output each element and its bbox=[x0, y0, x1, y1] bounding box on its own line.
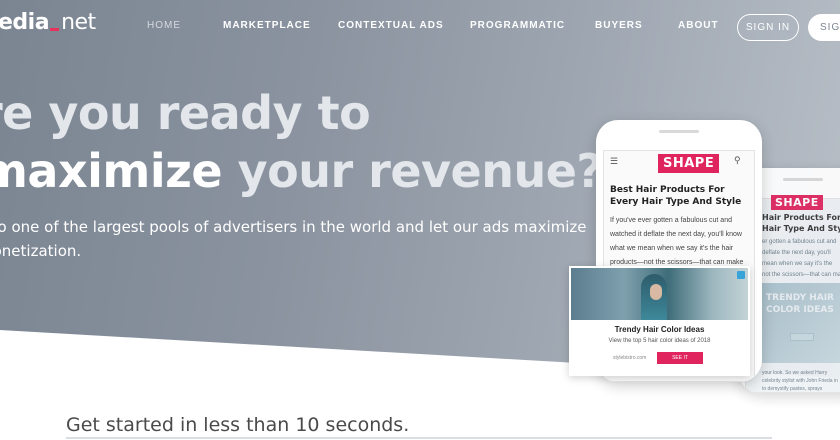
ad-cta-button[interactable]: SEE IT bbox=[657, 352, 703, 364]
back-tail-3: to demystify pastes, sprays bbox=[762, 386, 823, 392]
nav-marketplace[interactable]: MARKETPLACE bbox=[223, 20, 311, 31]
media-net-logo[interactable]: edia net bbox=[0, 10, 96, 40]
phone-speaker bbox=[783, 178, 823, 181]
nav-buyers[interactable]: BUYERS bbox=[595, 20, 643, 31]
back-ad-button bbox=[790, 333, 814, 341]
menu-icon: ☰ bbox=[610, 156, 619, 166]
hero-subtext-line2: monetization. bbox=[0, 242, 82, 260]
hero-headline-line1: re you ready to bbox=[0, 86, 371, 140]
get-started-heading: Get started in less than 10 seconds. bbox=[66, 414, 410, 436]
back-overlay-1: TRENDY HAIR bbox=[766, 293, 834, 303]
ad-source: stylebistro.com bbox=[613, 355, 647, 361]
back-body-1: er gotten a fabulous cut and bbox=[762, 239, 837, 245]
back-body-2: deflate the next day, you'll bbox=[762, 250, 831, 256]
ad-description: View the top 5 hair color ideas of 2018 bbox=[608, 338, 711, 344]
logo-accent-dot bbox=[50, 28, 60, 31]
article-body-2: watched it deflate the next day, you'll … bbox=[610, 231, 742, 238]
logo-suffix: net bbox=[61, 10, 96, 35]
back-body-3: mean when we say it's the bbox=[762, 261, 833, 267]
hero-headline-rest: your revenue? bbox=[222, 144, 603, 198]
article-body-3: what we mean when we say it's the hair bbox=[610, 245, 734, 252]
nav-home[interactable]: HOME bbox=[147, 20, 181, 31]
hero-headline-line2: maximize your revenue? bbox=[0, 144, 603, 198]
cta-divider bbox=[66, 437, 772, 439]
ad-choices-icon[interactable] bbox=[737, 271, 745, 279]
hero-subtext-line1: into one of the largest pools of adverti… bbox=[0, 218, 587, 236]
nav-contextual-ads[interactable]: CONTEXTUAL ADS bbox=[338, 20, 444, 31]
phone-speaker bbox=[659, 130, 699, 133]
nav-programmatic[interactable]: PROGRAMMATIC bbox=[470, 20, 565, 31]
search-icon: ⚲ bbox=[734, 155, 741, 165]
logo-main: edia bbox=[0, 10, 50, 35]
ad-model-face bbox=[650, 284, 662, 300]
nav-about[interactable]: ABOUT bbox=[678, 20, 719, 31]
back-headline-1: Hair Products For bbox=[762, 213, 840, 222]
back-body-4: not the scissors—that can make bbox=[762, 272, 840, 278]
sign-up-button[interactable]: SIGN bbox=[808, 14, 840, 41]
back-overlay-2: COLOR IDEAS bbox=[766, 305, 834, 315]
article-body-1: If you've ever gotten a fabulous cut and bbox=[610, 217, 732, 224]
back-headline-2: Hair Type And Style bbox=[762, 224, 840, 233]
ad-title: Trendy Hair Color Ideas bbox=[614, 325, 705, 334]
native-ad-card[interactable]: Trendy Hair Color Ideas View the top 5 h… bbox=[569, 266, 750, 376]
shape-logo: SHAPE bbox=[771, 195, 823, 210]
article-headline: Best Hair Products For Every Hair Type A… bbox=[610, 185, 742, 208]
shape-logo: SHAPE bbox=[658, 154, 720, 173]
ad-image bbox=[571, 268, 748, 320]
hero-headline-strong: maximize bbox=[0, 144, 223, 198]
sign-in-button[interactable]: SIGN IN bbox=[737, 14, 799, 41]
